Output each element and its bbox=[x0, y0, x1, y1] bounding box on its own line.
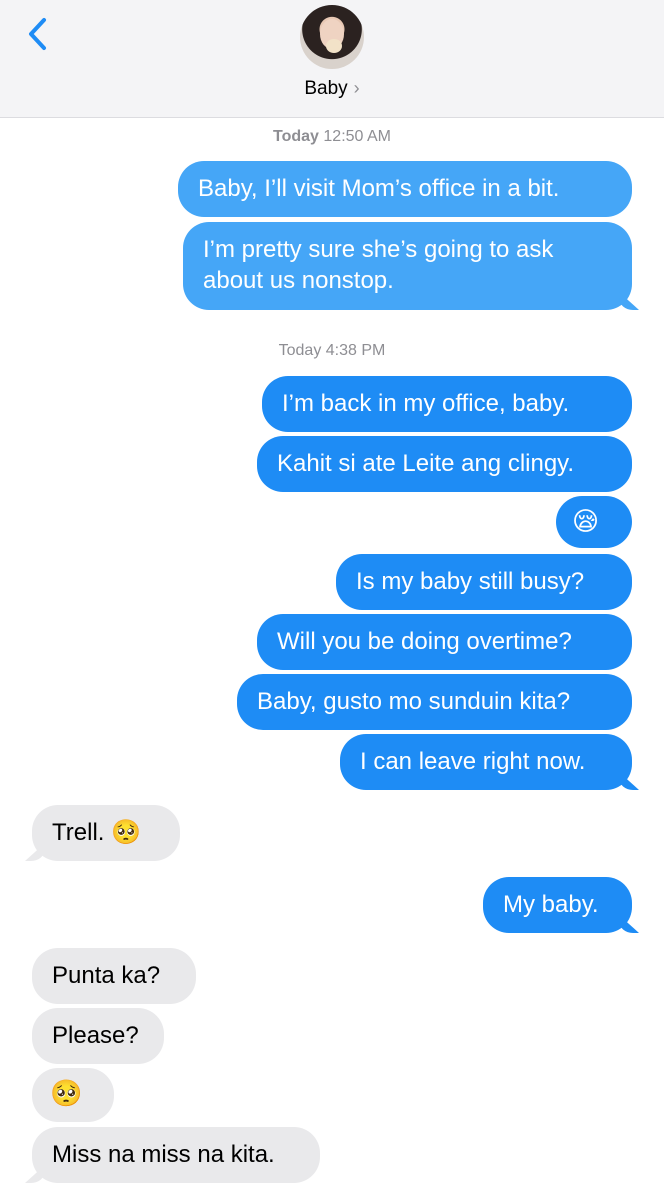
message-bubble-out[interactable]: Baby, I’ll visit Mom’s office in a bit. bbox=[178, 161, 632, 217]
message-bubble-out[interactable]: I’m pretty sure she’s going to ask about… bbox=[183, 222, 632, 310]
message-bubble-in[interactable]: Miss na miss na kita. bbox=[32, 1127, 320, 1183]
avatar-hand bbox=[326, 39, 342, 53]
message-bubble-out[interactable]: My baby. bbox=[483, 877, 632, 933]
chevron-left-icon bbox=[29, 18, 46, 50]
message-bubble-in[interactable]: 🥺 bbox=[32, 1068, 114, 1122]
message-bubble-in[interactable]: Trell. 🥺 bbox=[32, 805, 180, 861]
message-bubble-out[interactable]: Will you be doing overtime? bbox=[257, 614, 632, 670]
timestamp-day: Today bbox=[273, 128, 319, 145]
message-bubble-in[interactable]: Please? bbox=[32, 1008, 164, 1064]
message-bubble-out[interactable]: 😪 bbox=[556, 496, 632, 548]
contact-name: Baby bbox=[304, 78, 348, 99]
timestamp-time: 4:38 PM bbox=[325, 342, 386, 359]
conversation-header: Baby › bbox=[0, 0, 664, 118]
chevron-right-icon: › bbox=[353, 78, 360, 98]
timestamp-2: Today 4:38 PM bbox=[0, 342, 664, 360]
message-bubble-out[interactable]: Kahit si ate Leite ang clingy. bbox=[257, 436, 632, 492]
timestamp-time: 12:50 AM bbox=[323, 128, 391, 145]
message-bubble-out[interactable]: I’m back in my office, baby. bbox=[262, 376, 632, 432]
contact-name-button[interactable]: Baby › bbox=[0, 78, 664, 100]
timestamp-day: Today bbox=[278, 342, 322, 359]
message-bubble-out[interactable]: I can leave right now. bbox=[340, 734, 632, 790]
contact-avatar[interactable] bbox=[300, 5, 364, 69]
message-bubble-out[interactable]: Baby, gusto mo sunduin kita? bbox=[237, 674, 632, 730]
back-button[interactable] bbox=[22, 14, 56, 54]
timestamp-1: Today 12:50 AM bbox=[0, 128, 664, 146]
message-bubble-out[interactable]: Is my baby still busy? bbox=[336, 554, 632, 610]
message-bubble-in[interactable]: Punta ka? bbox=[32, 948, 196, 1004]
